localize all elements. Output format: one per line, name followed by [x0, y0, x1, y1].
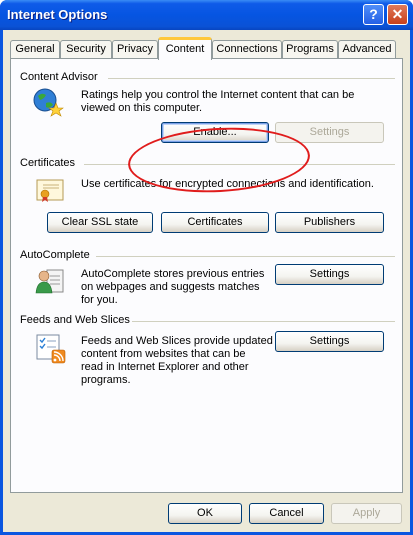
- globe-star-icon: [33, 88, 64, 117]
- feeds-desc-4: programs.: [81, 374, 131, 386]
- feeds-label: Feeds and Web Slices: [20, 314, 130, 326]
- feeds-desc-3: read in Internet Explorer and other: [81, 361, 249, 373]
- tab-general[interactable]: General: [10, 40, 60, 59]
- tab-advanced[interactable]: Advanced: [338, 40, 396, 59]
- enable-button[interactable]: Enable...: [161, 122, 269, 143]
- dialog-client: General Security Privacy Content Connect…: [3, 30, 410, 532]
- certificates-button[interactable]: Certificates: [161, 212, 269, 233]
- certificates-label: Certificates: [20, 157, 76, 169]
- content-advisor-desc-2: viewed on this computer.: [81, 102, 203, 114]
- autocomplete-label: AutoComplete: [20, 249, 90, 261]
- content-advisor-label: Content Advisor: [20, 71, 98, 83]
- content-advisor-settings-button[interactable]: Settings: [275, 122, 384, 143]
- tab-privacy[interactable]: Privacy: [112, 40, 158, 59]
- tab-programs[interactable]: Programs: [282, 40, 338, 59]
- ok-button[interactable]: OK: [168, 503, 242, 524]
- publishers-button[interactable]: Publishers: [275, 212, 384, 233]
- help-button[interactable]: ?: [363, 4, 384, 25]
- group-divider: [96, 256, 395, 257]
- certificate-icon: [36, 179, 64, 202]
- tab-security[interactable]: Security: [60, 40, 112, 59]
- content-tab-panel: Content Advisor Ratings help you control…: [10, 58, 403, 493]
- tab-connections[interactable]: Connections: [212, 40, 282, 59]
- content-advisor-desc-1: Ratings help you control the Internet co…: [81, 89, 355, 101]
- clear-ssl-state-button[interactable]: Clear SSL state: [47, 212, 153, 233]
- close-button[interactable]: ✕: [387, 4, 408, 25]
- autocomplete-desc-2: on webpages and suggests matches: [81, 281, 260, 293]
- feeds-settings-button[interactable]: Settings: [275, 331, 384, 352]
- internet-options-window: Internet Options ? ✕ General Security Pr…: [0, 0, 413, 535]
- user-form-icon: [35, 269, 64, 294]
- title-bar[interactable]: Internet Options ? ✕: [0, 0, 413, 30]
- group-divider: [132, 321, 395, 322]
- feeds-list-icon: [36, 334, 66, 364]
- tab-content[interactable]: Content: [158, 37, 212, 60]
- apply-button[interactable]: Apply: [331, 503, 402, 524]
- window-title: Internet Options: [7, 7, 108, 22]
- feeds-desc-2: content from websites that can be: [81, 348, 246, 360]
- certificates-desc: Use certificates for encrypted connectio…: [81, 178, 374, 190]
- group-divider: [84, 164, 395, 165]
- feeds-desc-1: Feeds and Web Slices provide updated: [81, 335, 273, 347]
- autocomplete-desc-3: for you.: [81, 294, 118, 306]
- autocomplete-settings-button[interactable]: Settings: [275, 264, 384, 285]
- cancel-button[interactable]: Cancel: [249, 503, 324, 524]
- group-divider: [108, 78, 395, 79]
- autocomplete-desc-1: AutoComplete stores previous entries: [81, 268, 265, 280]
